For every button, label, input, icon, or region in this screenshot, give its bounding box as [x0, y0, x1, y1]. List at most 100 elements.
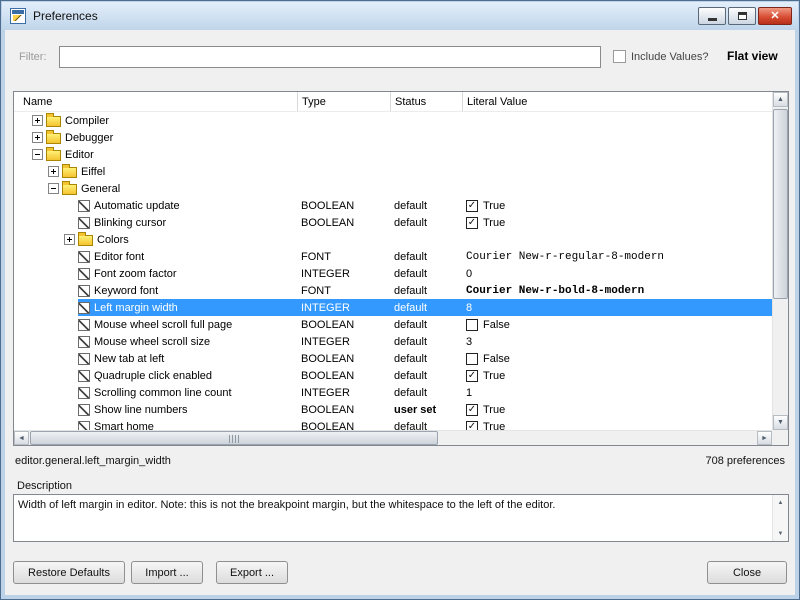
pref-type: BOOLEAN: [297, 401, 390, 418]
desc-scroll-up-icon[interactable]: ▲: [773, 496, 788, 509]
preferences-tree: Name Type Status Literal Value CompilerD…: [13, 91, 789, 446]
preference-icon: [78, 268, 90, 280]
value-checkbox[interactable]: ✓: [466, 200, 478, 212]
tree-row[interactable]: Scrolling common line countINTEGERdefaul…: [14, 384, 772, 401]
maximize-icon: [738, 12, 747, 20]
scrollbar-corner: [772, 430, 788, 445]
include-values-checkbox[interactable]: [613, 50, 626, 63]
expand-icon[interactable]: [48, 166, 59, 177]
value-checkbox[interactable]: ✓: [466, 370, 478, 382]
horizontal-scroll-thumb[interactable]: [30, 431, 438, 445]
pref-value: ✓True: [462, 367, 772, 384]
tree-row[interactable]: Debugger: [14, 129, 772, 146]
scroll-left-icon[interactable]: ◄: [14, 431, 29, 445]
scroll-right-icon[interactable]: ►: [757, 431, 772, 445]
tree-row[interactable]: Compiler: [14, 112, 772, 129]
expand-placeholder: [64, 251, 75, 262]
tree-row[interactable]: General: [14, 180, 772, 197]
pref-type: INTEGER: [297, 299, 390, 316]
pref-type: BOOLEAN: [297, 214, 390, 231]
pref-type: BOOLEAN: [297, 197, 390, 214]
close-dialog-button[interactable]: Close: [707, 561, 787, 584]
pref-name: Left margin width: [94, 302, 178, 314]
export-button[interactable]: Export ...: [216, 561, 288, 584]
pref-name: Automatic update: [94, 200, 180, 212]
flat-view-toggle[interactable]: Flat view: [727, 49, 778, 63]
pref-value: 3: [462, 333, 772, 350]
pref-type: INTEGER: [297, 384, 390, 401]
close-icon: ✕: [770, 11, 779, 22]
pref-status: default: [390, 197, 462, 214]
collapse-icon[interactable]: [32, 149, 43, 160]
value-label: 3: [466, 336, 472, 348]
preference-icon: [78, 319, 90, 331]
pref-value: Courier New-r-regular-8-modern: [462, 248, 772, 265]
pref-status: default: [390, 214, 462, 231]
tree-row[interactable]: Colors: [14, 231, 772, 248]
column-header-literal-value[interactable]: Literal Value: [462, 92, 772, 111]
expand-placeholder: [64, 285, 75, 296]
maximize-button[interactable]: [728, 7, 756, 25]
pref-status: [390, 180, 462, 197]
pref-name-cell: Colors: [14, 231, 297, 248]
pref-name-cell: Editor: [14, 146, 297, 163]
pref-value: 1: [462, 384, 772, 401]
close-button[interactable]: ✕: [758, 7, 792, 25]
vertical-scrollbar[interactable]: ▲ ▼: [772, 92, 788, 430]
preference-icon: [78, 251, 90, 263]
value-checkbox[interactable]: ✓: [466, 421, 478, 431]
value-checkbox[interactable]: ✓: [466, 217, 478, 229]
tree-row[interactable]: Smart homeBOOLEANdefault✓True: [14, 418, 772, 430]
pref-name: Eiffel: [81, 166, 105, 178]
titlebar[interactable]: Preferences ✕: [2, 2, 798, 30]
value-checkbox[interactable]: [466, 319, 478, 331]
column-header-status[interactable]: Status: [390, 92, 462, 111]
tree-row[interactable]: Blinking cursorBOOLEANdefault✓True: [14, 214, 772, 231]
tree-row[interactable]: Editor fontFONTdefaultCourier New-r-regu…: [14, 248, 772, 265]
pref-status: [390, 231, 462, 248]
minimize-button[interactable]: [698, 7, 726, 25]
expand-icon[interactable]: [32, 115, 43, 126]
tree-row[interactable]: Automatic updateBOOLEANdefault✓True: [14, 197, 772, 214]
pref-value: [462, 163, 772, 180]
value-checkbox[interactable]: ✓: [466, 404, 478, 416]
tree-row[interactable]: New tab at leftBOOLEANdefaultFalse: [14, 350, 772, 367]
column-header-name[interactable]: Name: [14, 92, 297, 111]
tree-row[interactable]: Left margin widthINTEGERdefault8: [14, 299, 772, 316]
expand-icon[interactable]: [32, 132, 43, 143]
collapse-icon[interactable]: [48, 183, 59, 194]
scroll-down-icon[interactable]: ▼: [773, 415, 788, 430]
description-scrollbar[interactable]: ▲ ▼: [772, 495, 788, 541]
tree-row[interactable]: Eiffel: [14, 163, 772, 180]
pref-status: default: [390, 333, 462, 350]
horizontal-scrollbar[interactable]: ◄ ►: [14, 430, 772, 445]
tree-row[interactable]: Editor: [14, 146, 772, 163]
vertical-scroll-thumb[interactable]: [773, 109, 788, 299]
expand-icon[interactable]: [64, 234, 75, 245]
scroll-up-icon[interactable]: ▲: [773, 92, 788, 107]
pref-name-cell: Keyword font: [14, 282, 297, 299]
tree-row[interactable]: Font zoom factorINTEGERdefault0: [14, 265, 772, 282]
pref-name: Mouse wheel scroll full page: [94, 319, 232, 331]
value-checkbox[interactable]: [466, 353, 478, 365]
pref-value: [462, 146, 772, 163]
client-area: Filter: Include Values? Flat view Name T…: [5, 30, 795, 595]
restore-defaults-button[interactable]: Restore Defaults: [13, 561, 125, 584]
tree-row[interactable]: Show line numbersBOOLEANuser set✓True: [14, 401, 772, 418]
pref-type: [297, 146, 390, 163]
value-label: True: [483, 404, 505, 416]
filter-input[interactable]: [59, 46, 601, 68]
tree-row[interactable]: Mouse wheel scroll sizeINTEGERdefault3: [14, 333, 772, 350]
pref-status: default: [390, 367, 462, 384]
pref-type: INTEGER: [297, 333, 390, 350]
column-header-type[interactable]: Type: [297, 92, 390, 111]
pref-type: BOOLEAN: [297, 367, 390, 384]
tree-row[interactable]: Mouse wheel scroll full pageBOOLEANdefau…: [14, 316, 772, 333]
tree-row[interactable]: Keyword fontFONTdefaultCourier New-r-bol…: [14, 282, 772, 299]
pref-value: ✓True: [462, 418, 772, 430]
desc-scroll-down-icon[interactable]: ▼: [773, 527, 788, 540]
tree-row[interactable]: Quadruple click enabledBOOLEANdefault✓Tr…: [14, 367, 772, 384]
import-button[interactable]: Import ...: [131, 561, 203, 584]
pref-value: 0: [462, 265, 772, 282]
pref-name: General: [81, 183, 120, 195]
